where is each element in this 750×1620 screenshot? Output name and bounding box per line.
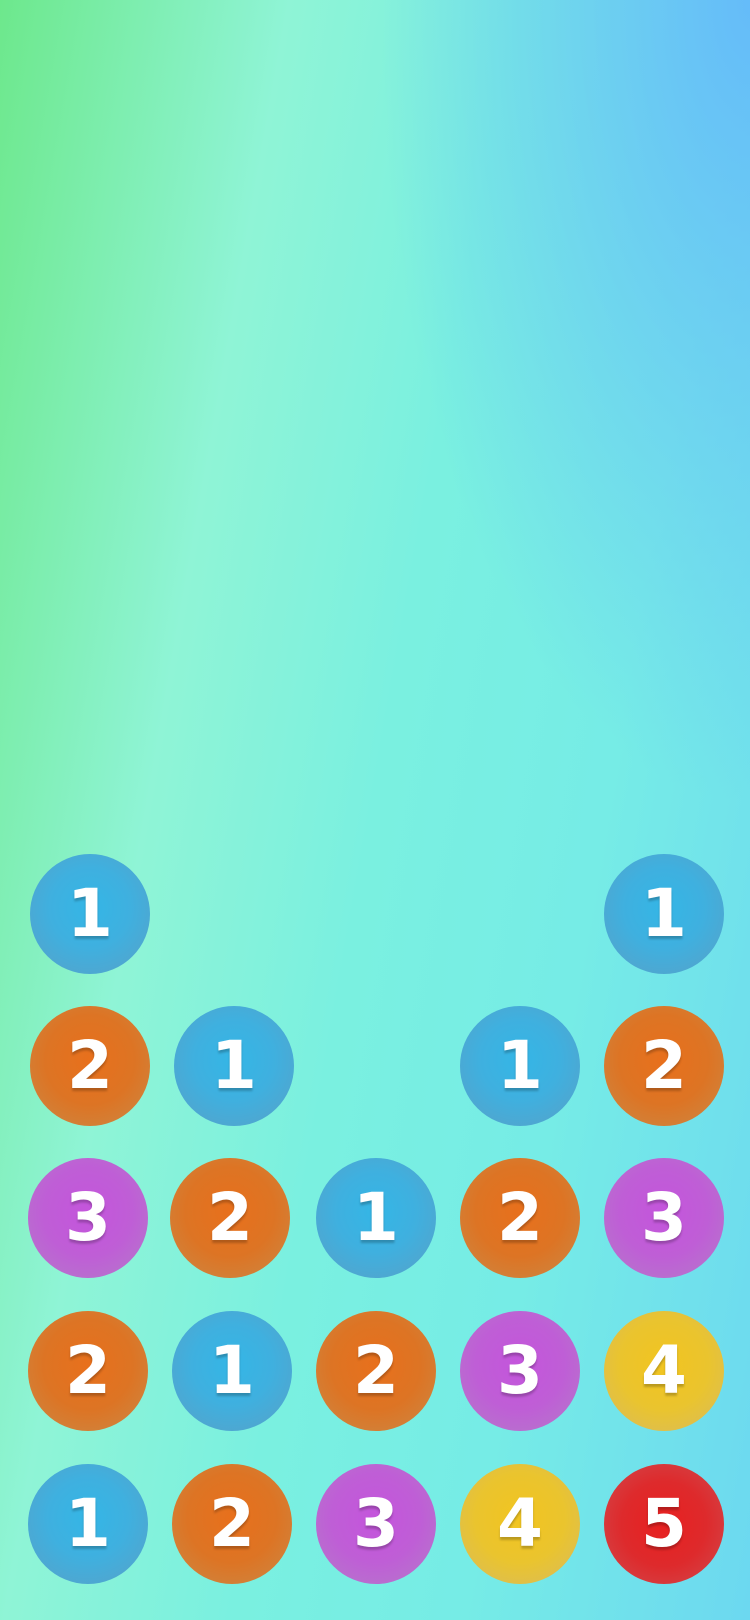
game-board: 1 1 2 1 1 2 3 2 1 2 3 2 1 2 3 4 1 2 3 4 … [0,0,750,1620]
number-ball[interactable]: 2 [316,1311,436,1431]
number-ball[interactable]: 1 [604,854,724,974]
number-ball[interactable]: 5 [604,1464,724,1584]
number-ball[interactable]: 3 [604,1158,724,1278]
number-ball[interactable]: 2 [460,1158,580,1278]
number-ball[interactable]: 2 [28,1311,148,1431]
number-ball[interactable]: 1 [174,1006,294,1126]
number-ball[interactable]: 1 [28,1464,148,1584]
number-ball[interactable]: 3 [316,1464,436,1584]
number-ball[interactable]: 2 [30,1006,150,1126]
number-ball[interactable]: 2 [172,1464,292,1584]
number-ball[interactable]: 1 [460,1006,580,1126]
number-ball[interactable]: 3 [28,1158,148,1278]
number-ball[interactable]: 2 [604,1006,724,1126]
number-ball[interactable]: 3 [460,1311,580,1431]
number-ball[interactable]: 4 [604,1311,724,1431]
number-ball[interactable]: 1 [316,1158,436,1278]
number-ball[interactable]: 2 [170,1158,290,1278]
number-ball[interactable]: 1 [30,854,150,974]
number-ball[interactable]: 4 [460,1464,580,1584]
number-ball[interactable]: 1 [172,1311,292,1431]
